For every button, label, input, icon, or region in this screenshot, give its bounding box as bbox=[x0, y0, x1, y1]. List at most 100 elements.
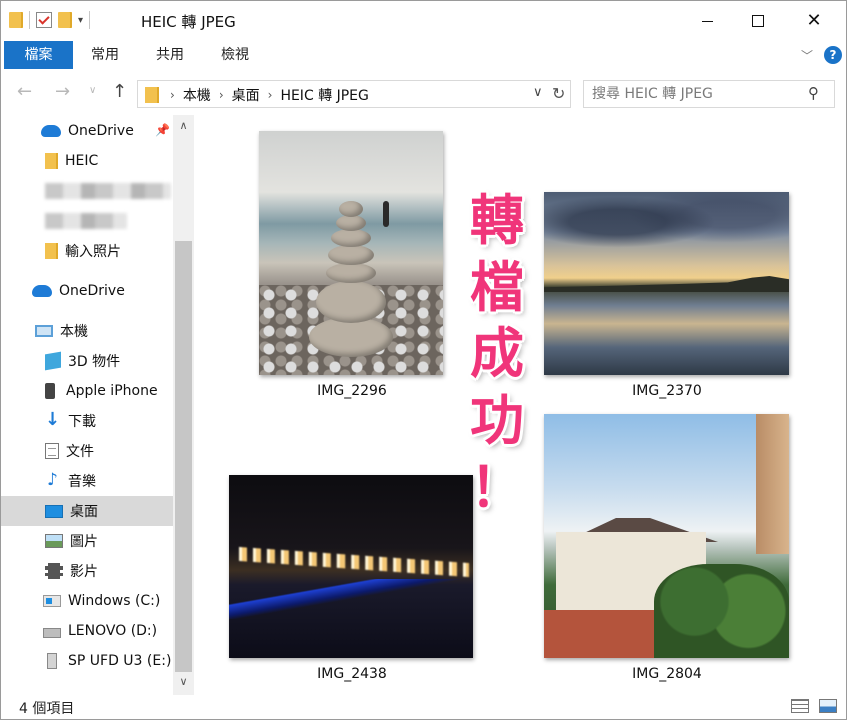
photo-detail bbox=[383, 201, 389, 227]
photo-detail bbox=[328, 245, 374, 265]
sidebar-item-redacted[interactable] bbox=[1, 206, 173, 236]
sidebar-item-desktop[interactable]: 桌面 bbox=[1, 496, 173, 526]
minimize-button[interactable] bbox=[684, 1, 730, 41]
sidebar-item-lenovo-d[interactable]: LENOVO (D:) bbox=[1, 616, 173, 646]
sidebar-item-redacted[interactable] bbox=[1, 176, 173, 206]
night-pier-photo[interactable] bbox=[229, 475, 473, 658]
close-button[interactable]: ✕ bbox=[791, 1, 837, 41]
expand-ribbon-chevron-icon[interactable]: ﹀ bbox=[801, 47, 813, 64]
back-arrow-icon[interactable]: ← bbox=[17, 81, 32, 102]
sidebar-scrollbar[interactable]: ∧ ∨ bbox=[173, 115, 194, 695]
sidebar-item-windows-c[interactable]: Windows (C:) bbox=[1, 586, 173, 616]
caption-char: 功 bbox=[470, 389, 524, 453]
file-name[interactable]: IMG_2804 bbox=[612, 666, 722, 682]
sidebar-item-onedrive[interactable]: OneDrive bbox=[1, 276, 173, 306]
tab-home[interactable]: 常用 bbox=[81, 41, 129, 69]
photo-detail bbox=[316, 281, 386, 323]
search-input[interactable] bbox=[592, 85, 802, 103]
caption-char: 檔 bbox=[470, 255, 524, 319]
window-title: HEIC 轉 JPEG bbox=[141, 13, 236, 31]
file-name[interactable]: IMG_2296 bbox=[297, 383, 407, 399]
onedrive-cloud-icon bbox=[41, 125, 61, 137]
toolbar-divider bbox=[29, 11, 30, 29]
sidebar-item-pictures[interactable]: 圖片 bbox=[1, 526, 173, 556]
maximize-button[interactable] bbox=[735, 1, 781, 41]
sidebar-item-3d-objects[interactable]: 3D 物件 bbox=[1, 346, 173, 376]
quick-access-toolbar: ▾ bbox=[9, 11, 91, 29]
drive-icon bbox=[43, 628, 61, 638]
sidebar-item-documents[interactable]: 文件 bbox=[1, 436, 173, 466]
sidebar-item-onedrive-pinned[interactable]: OneDrive 📌 bbox=[1, 116, 173, 146]
new-folder-icon[interactable] bbox=[58, 12, 72, 28]
recent-locations-chevron-icon[interactable]: ∨ bbox=[89, 85, 96, 96]
file-name[interactable]: IMG_2438 bbox=[297, 666, 407, 682]
caption-char: ！ bbox=[470, 455, 524, 519]
redacted-blur bbox=[45, 213, 127, 229]
large-icons-view-icon[interactable] bbox=[819, 699, 837, 713]
customize-toolbar-dropdown[interactable]: ▾ bbox=[78, 15, 83, 26]
scroll-down-chevron-icon[interactable]: ∨ bbox=[173, 673, 194, 691]
iphone-icon bbox=[45, 383, 55, 399]
tab-file[interactable]: 檔案 bbox=[4, 41, 73, 69]
sidebar-item-label: 桌面 bbox=[70, 504, 98, 520]
photo-detail bbox=[309, 317, 393, 357]
sidebar-item-heic[interactable]: HEIC bbox=[1, 146, 173, 176]
sidebar-item-label: 本機 bbox=[60, 324, 88, 340]
sidebar-item-apple-iphone[interactable]: Apple iPhone bbox=[1, 376, 173, 406]
breadcrumb: › 本機 › 桌面 › HEIC 轉 JPEG bbox=[170, 85, 369, 105]
status-bar: 4 個項目 bbox=[1, 695, 846, 719]
conversion-success-caption: 轉 檔 成 功 ！ bbox=[463, 192, 531, 519]
navigation-bar: ← → ∨ ↑ › 本機 › 桌面 › HEIC 轉 JPEG ∨ ↻ ⚲ bbox=[1, 75, 846, 111]
help-icon[interactable]: ? bbox=[824, 46, 842, 64]
sidebar-item-videos[interactable]: 影片 bbox=[1, 556, 173, 586]
breadcrumb-desktop[interactable]: 桌面 bbox=[232, 85, 260, 105]
scrollbar-thumb[interactable] bbox=[175, 241, 192, 672]
photo-detail bbox=[544, 276, 789, 292]
sidebar-item-import-photos[interactable]: 輸入照片 bbox=[1, 236, 173, 266]
photo-detail bbox=[544, 192, 789, 267]
music-icon bbox=[45, 470, 61, 490]
toolbar-divider bbox=[89, 11, 91, 29]
3d-objects-icon bbox=[45, 351, 61, 371]
search-icon[interactable]: ⚲ bbox=[808, 84, 819, 102]
breadcrumb-this-pc[interactable]: 本機 bbox=[183, 85, 211, 105]
tab-share[interactable]: 共用 bbox=[146, 41, 194, 69]
photo-detail bbox=[339, 201, 363, 217]
tab-view[interactable]: 檢視 bbox=[211, 41, 259, 69]
cairn-beach-photo[interactable] bbox=[259, 131, 443, 375]
sunset-river-photo[interactable] bbox=[544, 192, 789, 375]
sidebar-item-downloads[interactable]: 下載 bbox=[1, 406, 173, 436]
scroll-up-chevron-icon[interactable]: ∧ bbox=[173, 117, 194, 135]
sidebar-item-music[interactable]: 音樂 bbox=[1, 466, 173, 496]
photo-detail bbox=[326, 263, 376, 283]
sidebar-item-label: HEIC bbox=[65, 153, 99, 169]
search-box[interactable]: ⚲ bbox=[583, 80, 835, 108]
photo-detail bbox=[331, 229, 371, 247]
sidebar-item-label: 文件 bbox=[66, 444, 94, 460]
breadcrumb-separator-icon[interactable]: › bbox=[268, 88, 273, 102]
up-arrow-icon[interactable]: ↑ bbox=[112, 81, 127, 102]
breadcrumb-separator-icon[interactable]: › bbox=[170, 88, 175, 102]
sidebar-item-usb-e[interactable]: SP UFD U3 (E:) bbox=[1, 646, 173, 676]
onedrive-cloud-icon bbox=[32, 285, 52, 297]
file-explorer-window: ▾ HEIC 轉 JPEG ✕ 檔案 常用 共用 檢視 ﹀ ? ← → ∨ ↑ … bbox=[0, 0, 847, 720]
sidebar-item-label: 輸入照片 bbox=[65, 244, 121, 260]
sidebar-item-label: OneDrive bbox=[68, 123, 134, 139]
folder-icon bbox=[45, 153, 58, 169]
properties-check-icon[interactable] bbox=[36, 12, 52, 28]
windows-drive-icon bbox=[43, 595, 61, 607]
file-name[interactable]: IMG_2370 bbox=[612, 383, 722, 399]
refresh-icon[interactable]: ↻ bbox=[552, 84, 565, 103]
breadcrumb-current-folder[interactable]: HEIC 轉 JPEG bbox=[280, 85, 368, 105]
details-view-icon[interactable] bbox=[791, 699, 809, 713]
house-trees-photo[interactable] bbox=[544, 414, 789, 658]
title-bar: ▾ HEIC 轉 JPEG ✕ bbox=[1, 1, 846, 41]
sidebar-item-this-pc[interactable]: 本機 bbox=[1, 316, 173, 346]
forward-arrow-icon[interactable]: → bbox=[55, 81, 70, 102]
caption-char: 成 bbox=[470, 322, 524, 386]
address-bar[interactable]: › 本機 › 桌面 › HEIC 轉 JPEG ∨ ↻ bbox=[137, 80, 571, 108]
sidebar-item-label: Windows (C:) bbox=[68, 593, 161, 609]
breadcrumb-separator-icon[interactable]: › bbox=[219, 88, 224, 102]
photo-detail bbox=[336, 215, 366, 231]
address-dropdown-chevron-icon[interactable]: ∨ bbox=[533, 85, 543, 100]
